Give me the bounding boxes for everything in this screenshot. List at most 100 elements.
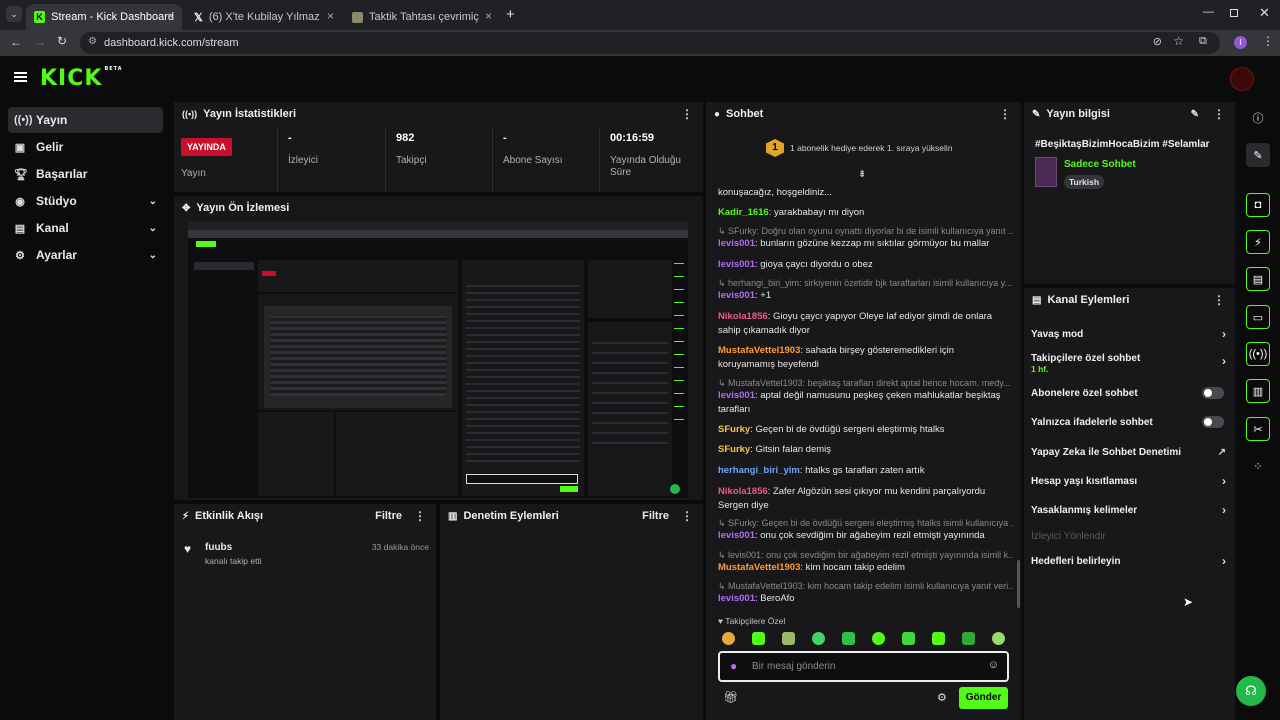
microphone-icon[interactable]: ● bbox=[730, 659, 737, 673]
chat-username[interactable]: SFurky bbox=[718, 444, 750, 455]
ai-moderation-row[interactable]: Yapay Zeka ile Sohbet Denetimi ↗ bbox=[1031, 443, 1226, 461]
chat-reply-context[interactable]: ↳ MustafaVettel1903: kim hocam takip ede… bbox=[718, 581, 1013, 592]
close-tab-icon[interactable]: × bbox=[327, 9, 334, 23]
chat-username[interactable]: herhangi_biri_yim bbox=[718, 465, 800, 476]
chat-username[interactable]: MustafaVettel1903 bbox=[718, 562, 800, 573]
restore-icon[interactable] bbox=[1230, 9, 1238, 17]
chat-reply-context[interactable]: ↳ herhangi_biri_yim: sirkiyenin özetidir… bbox=[718, 278, 1013, 289]
browser-tab-kick[interactable]: K Stream - Kick Dashboard × bbox=[26, 4, 182, 30]
minimize-icon[interactable]: — bbox=[1203, 6, 1214, 18]
more-options-icon[interactable]: ⋮ bbox=[1213, 107, 1225, 121]
kick-logo[interactable]: KICK BETA bbox=[40, 66, 123, 91]
address-bar[interactable]: ⚙ dashboard.kick.com/stream ⊘ ☆ bbox=[80, 32, 1220, 54]
moderation-filter-button[interactable]: Filtre bbox=[642, 510, 669, 522]
chat-username[interactable]: SFurky bbox=[718, 424, 750, 435]
emote-icon[interactable] bbox=[752, 632, 765, 645]
more-options-icon[interactable]: ⋮ bbox=[414, 509, 426, 523]
set-goals-row[interactable]: Hedefleri belirleyin › bbox=[1031, 552, 1226, 570]
broadcast-signal-icon[interactable]: ((•)) bbox=[1246, 342, 1270, 366]
browser-tab-x[interactable]: 𝕏 (6) X'te Kubilay Yılmaz: "He x-O × bbox=[186, 4, 342, 30]
more-options-icon[interactable]: ⋮ bbox=[681, 107, 693, 121]
sidebar-item-ayarlar[interactable]: ⚙ Ayarlar ⌄ bbox=[8, 242, 163, 268]
edit-icon[interactable]: ✎ bbox=[1246, 143, 1270, 167]
emote-icon[interactable] bbox=[992, 632, 1005, 645]
profile-avatar[interactable]: I bbox=[1234, 36, 1247, 49]
emote-icon[interactable] bbox=[842, 632, 855, 645]
collapse-pinned-icon[interactable]: ⇟ bbox=[858, 169, 866, 180]
chat-reply-context[interactable]: ↳ MustafaVettel1903: beşiktaş tarafları … bbox=[718, 378, 1013, 389]
tools-icon[interactable]: ✂ bbox=[1246, 417, 1270, 441]
more-options-icon[interactable]: ⋮ bbox=[681, 509, 693, 523]
emote-icon[interactable] bbox=[722, 632, 735, 645]
close-tab-icon[interactable]: × bbox=[167, 9, 174, 23]
site-info-icon[interactable]: ⚙ bbox=[88, 36, 97, 47]
chat-input-box[interactable]: ● Bir mesaj gönderin ☺ bbox=[718, 651, 1009, 682]
emote-icon[interactable] bbox=[962, 632, 975, 645]
chat-reply-context[interactable]: ↳ SFurky: Geçen bi de övdüğü sergeni ele… bbox=[718, 518, 1013, 529]
pinned-gift-banner[interactable]: 1 1 abonelik hediye ederek 1. sıraya yük… bbox=[766, 138, 966, 158]
banned-words-row[interactable]: Yasaklanmış kelimeler › bbox=[1031, 501, 1226, 519]
gift-icon[interactable]: 🎁︎ bbox=[723, 690, 738, 704]
chat-username[interactable]: levis001 bbox=[718, 530, 755, 541]
sidebar-item-gelir[interactable]: ▣ Gelir bbox=[8, 134, 163, 160]
capture-icon[interactable]: ◘ bbox=[1246, 193, 1270, 217]
hamburger-menu-icon[interactable] bbox=[14, 72, 27, 82]
chat-username[interactable]: levis001 bbox=[718, 593, 755, 604]
forward-icon[interactable]: → bbox=[34, 35, 46, 49]
user-avatar[interactable] bbox=[1230, 67, 1254, 91]
chat-reply-context[interactable]: ↳ SFurky: Doğru olan oyunu oynattı diyor… bbox=[718, 226, 1013, 237]
sidebar-item-kanal[interactable]: ▤ Kanal ⌄ bbox=[8, 215, 163, 241]
chat-username[interactable]: levis001 bbox=[718, 390, 755, 401]
chat-username[interactable]: Nikola1856 bbox=[718, 311, 768, 322]
event-user[interactable]: fuubs bbox=[205, 542, 232, 553]
emotes-only-toggle[interactable] bbox=[1202, 416, 1224, 428]
browser-tab-taktik[interactable]: Taktik Tahtası çevrimiçi - Futbol × bbox=[344, 4, 500, 30]
sidebar-item-studyo[interactable]: ◉ Stüdyo ⌄ bbox=[8, 188, 163, 214]
reload-icon[interactable]: ↻ bbox=[57, 34, 67, 48]
close-tab-icon[interactable]: × bbox=[485, 9, 492, 23]
more-options-icon[interactable]: ⋮ bbox=[1213, 293, 1225, 307]
info-icon[interactable]: ⓘ bbox=[1246, 106, 1270, 130]
emote-icon[interactable] bbox=[872, 632, 885, 645]
layout-icon[interactable]: ▥ bbox=[1246, 379, 1270, 403]
subscribers-only-toggle[interactable] bbox=[1202, 387, 1224, 399]
stream-preview-video[interactable] bbox=[188, 222, 688, 498]
document-icon[interactable]: ▤ bbox=[1246, 267, 1270, 291]
extensions-icon[interactable]: ⧉ bbox=[1199, 35, 1207, 48]
eye-off-icon[interactable]: ⊘ bbox=[1153, 35, 1162, 48]
emoji-smile-icon[interactable]: ☺ bbox=[988, 659, 999, 671]
chat-username[interactable]: MustafaVettel1903 bbox=[718, 345, 800, 356]
emote-icon[interactable] bbox=[902, 632, 915, 645]
bookmark-star-icon[interactable]: ☆ bbox=[1173, 34, 1184, 48]
chat-username[interactable]: Nikola1856 bbox=[718, 486, 768, 497]
more-options-icon[interactable]: ⋮ bbox=[999, 107, 1011, 121]
slow-mode-row[interactable]: Yavaş mod › bbox=[1031, 325, 1226, 343]
chat-username[interactable]: levis001 bbox=[718, 238, 755, 249]
sidebar-item-basarilar[interactable]: 🏆︎ Başarılar bbox=[8, 161, 163, 187]
flash-icon[interactable]: ⚡︎ bbox=[1246, 230, 1270, 254]
chat-icon[interactable]: ▭ bbox=[1246, 305, 1270, 329]
close-window-icon[interactable]: ✕ bbox=[1259, 5, 1270, 21]
chat-username[interactable]: Kadir_1616 bbox=[718, 207, 769, 218]
category-name[interactable]: Sadece Sohbet bbox=[1064, 159, 1136, 170]
account-age-row[interactable]: Hesap yaşı kısıtlaması › bbox=[1031, 472, 1226, 490]
chat-settings-icon[interactable]: ⚙ bbox=[937, 691, 947, 704]
chat-reply-context[interactable]: ↳ levis001: onu çok sevdiğim bir ağabeyi… bbox=[718, 550, 1013, 561]
followers-only-chat-row[interactable]: Takipçilere özel sohbet 1 hf. › bbox=[1031, 350, 1226, 376]
browser-menu-icon[interactable]: ⋮ bbox=[1262, 34, 1274, 48]
emote-icon[interactable] bbox=[932, 632, 945, 645]
apps-icon[interactable]: ⁘ bbox=[1246, 454, 1270, 478]
new-tab-plus-icon[interactable]: + bbox=[506, 6, 515, 23]
send-button[interactable]: Gönder bbox=[959, 687, 1008, 709]
help-support-button[interactable]: ☊ bbox=[1236, 676, 1266, 706]
chat-username[interactable]: levis001 bbox=[718, 259, 755, 270]
sidebar-item-yayin[interactable]: ((•)) Yayın bbox=[8, 107, 163, 133]
edit-pencil-icon[interactable]: ✎ bbox=[1191, 109, 1199, 120]
tab-list-chevron-icon[interactable]: ⌄ bbox=[6, 6, 22, 22]
chat-username[interactable]: levis001 bbox=[718, 290, 755, 301]
emote-icon[interactable] bbox=[782, 632, 795, 645]
chat-scrollbar[interactable] bbox=[1017, 560, 1020, 608]
category-thumbnail[interactable] bbox=[1035, 157, 1057, 187]
activity-filter-button[interactable]: Filtre bbox=[375, 510, 402, 522]
back-icon[interactable]: ← bbox=[10, 35, 22, 49]
